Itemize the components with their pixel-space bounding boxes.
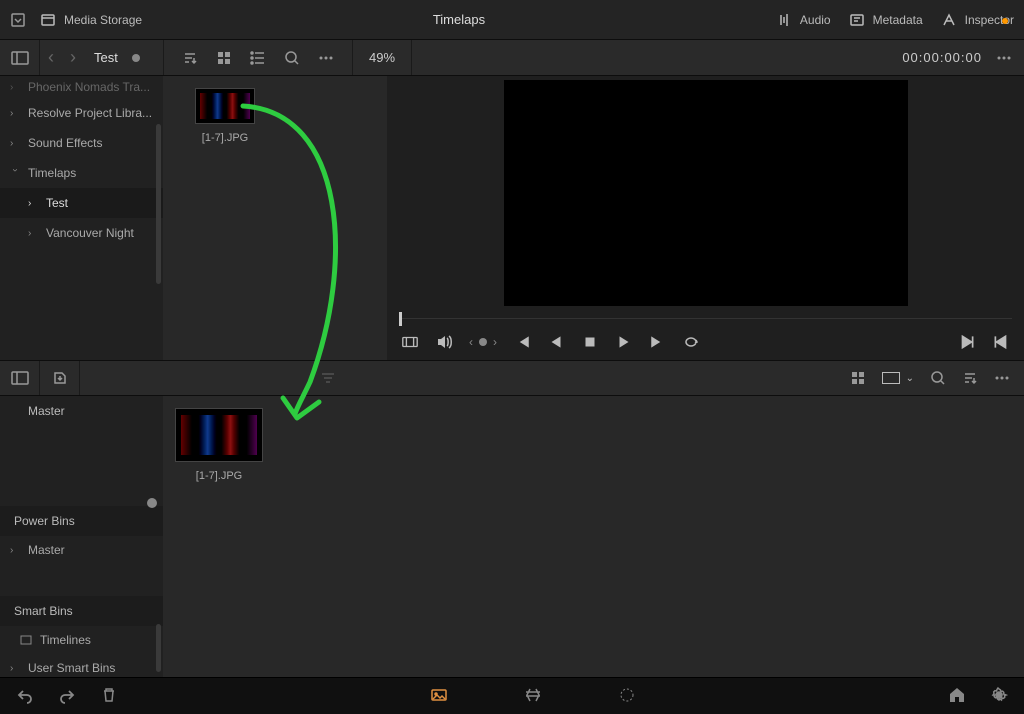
viewer-canvas[interactable] (504, 80, 908, 306)
edit-page-button[interactable] (618, 686, 636, 707)
volume-icon[interactable] (435, 333, 453, 351)
viewer-more-icon[interactable] (996, 50, 1012, 66)
aspect-dropdown[interactable]: ⌄ (882, 372, 914, 384)
audio-panel-button[interactable]: Audio (776, 12, 831, 28)
power-bins-header[interactable]: Power Bins (0, 506, 163, 536)
undo-button[interactable] (16, 686, 34, 707)
prev-clip-button[interactable] (513, 333, 531, 351)
import-button[interactable] (40, 361, 80, 395)
tree-item[interactable]: ›Resolve Project Libra... (0, 98, 163, 128)
user-smart-bins[interactable]: ›User Smart Bins (0, 654, 163, 682)
clip-thumbnail[interactable] (195, 88, 255, 124)
cut-page-button[interactable] (524, 686, 542, 707)
redo-button[interactable] (58, 686, 76, 707)
breadcrumb[interactable]: Test (94, 50, 118, 65)
dropdown-icon[interactable] (10, 12, 26, 28)
pool-more-icon[interactable] (994, 370, 1010, 386)
nav-forward-button[interactable]: › (62, 47, 84, 68)
metadata-label: Metadata (873, 13, 923, 27)
notification-dot (1002, 18, 1008, 24)
filter-icon[interactable] (320, 370, 336, 386)
media-page-button[interactable] (430, 686, 448, 707)
pool-sidebar-toggle[interactable] (0, 361, 40, 395)
tree-item[interactable]: ›Sound Effects (0, 128, 163, 158)
scrollbar[interactable] (156, 624, 161, 672)
tree-item-timelaps[interactable]: ›Timelaps (0, 158, 163, 188)
clip-label: [1-7].JPG (195, 132, 255, 144)
tree-item[interactable]: ›Vancouver Night (0, 218, 163, 248)
home-button[interactable] (948, 686, 966, 707)
power-bins-master[interactable]: ›Master (0, 536, 163, 564)
jog-control[interactable]: ‹› (469, 335, 497, 349)
scrollbar[interactable] (156, 124, 161, 284)
media-pool-view: [1-7].JPG (163, 396, 1024, 677)
pool-clip-thumbnail[interactable] (175, 408, 263, 462)
scrub-bar[interactable] (399, 310, 1012, 325)
media-pool-tree: Master Power Bins ›Master Smart Bins Tim… (0, 396, 163, 677)
master-bin[interactable]: Master (0, 396, 163, 426)
smart-bin-timelines[interactable]: Timelines (0, 626, 163, 654)
media-storage-button[interactable]: Media Storage (40, 12, 142, 28)
smart-bins-header[interactable]: Smart Bins (0, 596, 163, 626)
media-storage-label: Media Storage (64, 13, 142, 27)
pool-clip-label: [1-7].JPG (175, 470, 263, 482)
sort-icon[interactable] (182, 50, 198, 66)
loop-button[interactable] (683, 333, 701, 351)
pool-grid-view-icon[interactable] (850, 370, 866, 386)
mark-clip-icon[interactable] (401, 333, 419, 351)
reverse-play-button[interactable] (547, 333, 565, 351)
nav-back-button[interactable]: ‹ (40, 47, 62, 68)
status-dot (132, 54, 140, 62)
play-button[interactable] (615, 333, 633, 351)
audio-label: Audio (800, 13, 831, 27)
tree-item[interactable]: ›Phoenix Nomads Tra... (0, 76, 163, 98)
settings-button[interactable] (990, 686, 1008, 707)
folder-tree: ›Phoenix Nomads Tra... ›Resolve Project … (0, 76, 163, 360)
grid-view-icon[interactable] (216, 50, 232, 66)
zoom-level[interactable]: 49% (352, 40, 412, 75)
metadata-panel-button[interactable]: Metadata (849, 12, 923, 28)
list-view-icon[interactable] (250, 50, 266, 66)
pool-search-icon[interactable] (930, 370, 946, 386)
sidebar-toggle-button[interactable] (0, 40, 40, 75)
pool-sort-icon[interactable] (962, 370, 978, 386)
tree-item-test[interactable]: ›Test (0, 188, 163, 218)
thumb-size-slider[interactable] (147, 498, 157, 508)
timecode-display: 00:00:00:00 (902, 50, 982, 65)
stop-button[interactable] (581, 333, 599, 351)
delete-button[interactable] (100, 686, 118, 707)
next-clip-button[interactable] (649, 333, 667, 351)
go-to-in-button[interactable] (958, 333, 976, 351)
bin-view: [1-7].JPG (163, 76, 387, 360)
project-title: Timelaps (142, 12, 776, 27)
more-icon[interactable] (318, 50, 334, 66)
search-icon[interactable] (284, 50, 300, 66)
go-to-out-button[interactable] (992, 333, 1010, 351)
